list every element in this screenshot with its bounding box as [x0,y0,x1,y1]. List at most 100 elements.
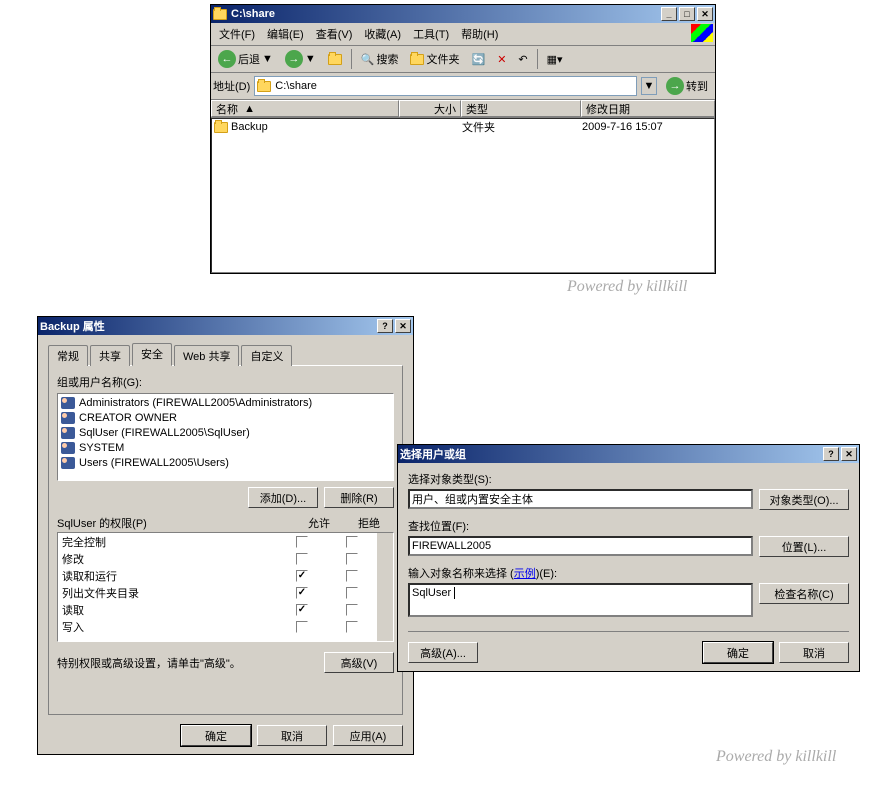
minimize-button[interactable]: _ [661,7,677,21]
add-button[interactable]: 添加(D)... [248,487,318,508]
perm-name: 完全控制 [62,534,277,550]
col-name[interactable]: 名称 ▲ [211,100,399,117]
up-button[interactable] [323,48,347,70]
search-label: 搜索 [376,51,398,67]
help-button[interactable]: ? [823,447,839,461]
apply-button[interactable]: 应用(A) [333,725,403,746]
user-icon [61,397,75,409]
perm-name: 写入 [62,619,277,635]
address-input[interactable]: C:\share [254,76,637,96]
ok-button[interactable]: 确定 [181,725,251,746]
allow-header: 允许 [294,515,344,531]
user-buttons: 添加(D)... 删除(R) [57,487,394,508]
forward-button[interactable]: → ▼ [280,48,321,70]
perm-name: 修改 [62,551,277,567]
dialog-title: Backup 属性 [40,318,375,334]
deny-checkbox[interactable] [346,604,358,616]
object-type-field: 用户、组或内置安全主体 [408,489,753,509]
perm-name: 读取 [62,602,277,618]
delete-button[interactable]: ✕ [492,48,511,70]
perm-name: 读取和运行 [62,568,277,584]
dialog-title: 选择用户或组 [400,446,821,462]
dialog-buttons: 确定 取消 应用(A) [48,725,403,746]
explorer-window: C:\share _ □ ✕ 文件(F) 编辑(E) 查看(V) 收藏(A) 工… [210,4,716,274]
close-button[interactable]: ✕ [841,447,857,461]
allow-checkbox[interactable] [296,587,308,599]
deny-checkbox[interactable] [346,536,358,548]
close-button[interactable]: ✕ [697,7,713,21]
deny-checkbox[interactable] [346,587,358,599]
col-type[interactable]: 类型 [461,100,581,117]
remove-button[interactable]: 删除(R) [324,487,394,508]
menu-help[interactable]: 帮助(H) [455,24,504,44]
advanced-button[interactable]: 高级(A)... [408,642,478,663]
list-item[interactable]: Backup 文件夹 2009-7-16 15:07 [212,119,714,135]
user-list[interactable]: Administrators (FIREWALL2005\Administrat… [57,393,394,481]
tab-general[interactable]: 常规 [48,345,88,366]
tab-custom[interactable]: 自定义 [241,345,292,366]
list-item: CREATOR OWNER [59,410,392,425]
ok-button[interactable]: 确定 [703,642,773,663]
window-title: C:\share [231,8,659,20]
allow-checkbox[interactable] [296,621,308,633]
allow-checkbox[interactable] [296,553,308,565]
address-dropdown[interactable]: ▼ [641,77,657,95]
allow-checkbox[interactable] [296,604,308,616]
folder-icon [213,9,227,20]
menu-tools[interactable]: 工具(T) [407,24,455,44]
check-names-button[interactable]: 检查名称(C) [759,583,849,604]
undo-button[interactable]: ↶ [513,48,532,70]
cancel-button[interactable]: 取消 [779,642,849,663]
permission-row: 列出文件夹目录 [58,584,393,601]
menu-fav[interactable]: 收藏(A) [358,24,407,44]
maximize-button[interactable]: □ [679,7,695,21]
close-button[interactable]: ✕ [395,319,411,333]
permission-row: 修改 [58,550,393,567]
name-input[interactable]: SqlUser [408,583,753,617]
advanced-button[interactable]: 高级(V) [324,652,394,673]
list-item: SYSTEM [59,440,392,455]
back-label: 后退 [238,51,260,67]
scrollbar[interactable] [377,533,393,641]
back-icon: ← [218,50,236,68]
file-list[interactable]: Backup 文件夹 2009-7-16 15:07 [211,118,715,273]
list-item: Users (FIREWALL2005\Users) [59,455,392,470]
views-button[interactable]: ▦▾ [542,48,568,70]
menu-view[interactable]: 查看(V) [310,24,359,44]
menu-edit[interactable]: 编辑(E) [261,24,310,44]
special-text: 特别权限或高级设置，请单击"高级"。 [57,655,324,671]
column-headers: 名称 ▲ 大小 类型 修改日期 [211,100,715,118]
sync-button[interactable]: 🔄 [466,48,490,70]
folder-icon [214,122,228,133]
dialog-body: 选择对象类型(S): 用户、组或内置安全主体 对象类型(O)... 查找位置(F… [398,463,859,671]
go-button[interactable]: →转到 [661,75,713,97]
dialog-body: 常规 共享 安全 Web 共享 自定义 组或用户名称(G): Administr… [38,335,413,754]
col-modified[interactable]: 修改日期 [581,100,715,117]
separator [351,49,352,69]
list-item: Administrators (FIREWALL2005\Administrat… [59,395,392,410]
location-button[interactable]: 位置(L)... [759,536,849,557]
deny-checkbox[interactable] [346,570,358,582]
explorer-titlebar: C:\share _ □ ✕ [211,5,715,23]
back-button[interactable]: ←后退 ▼ [213,48,278,70]
deny-header: 拒绝 [344,515,394,531]
tab-sharing[interactable]: 共享 [90,345,130,366]
search-button[interactable]: 🔍 搜索 [356,48,404,70]
object-type-button[interactable]: 对象类型(O)... [759,489,849,510]
help-button[interactable]: ? [377,319,393,333]
select-user-dialog: 选择用户或组 ? ✕ 选择对象类型(S): 用户、组或内置安全主体 对象类型(O… [397,444,860,672]
menu-file[interactable]: 文件(F) [213,24,261,44]
allow-checkbox[interactable] [296,536,308,548]
up-icon [328,54,342,65]
col-size[interactable]: 大小 [399,100,461,117]
tab-security[interactable]: 安全 [132,343,172,366]
deny-checkbox[interactable] [346,621,358,633]
deny-checkbox[interactable] [346,553,358,565]
tab-web[interactable]: Web 共享 [174,345,239,366]
example-link[interactable]: 示例 [514,568,536,580]
allow-checkbox[interactable] [296,570,308,582]
folders-button[interactable]: 文件夹 [405,48,464,70]
groups-label: 组或用户名称(G): [57,374,394,390]
location-label: 查找位置(F): [408,518,849,534]
cancel-button[interactable]: 取消 [257,725,327,746]
